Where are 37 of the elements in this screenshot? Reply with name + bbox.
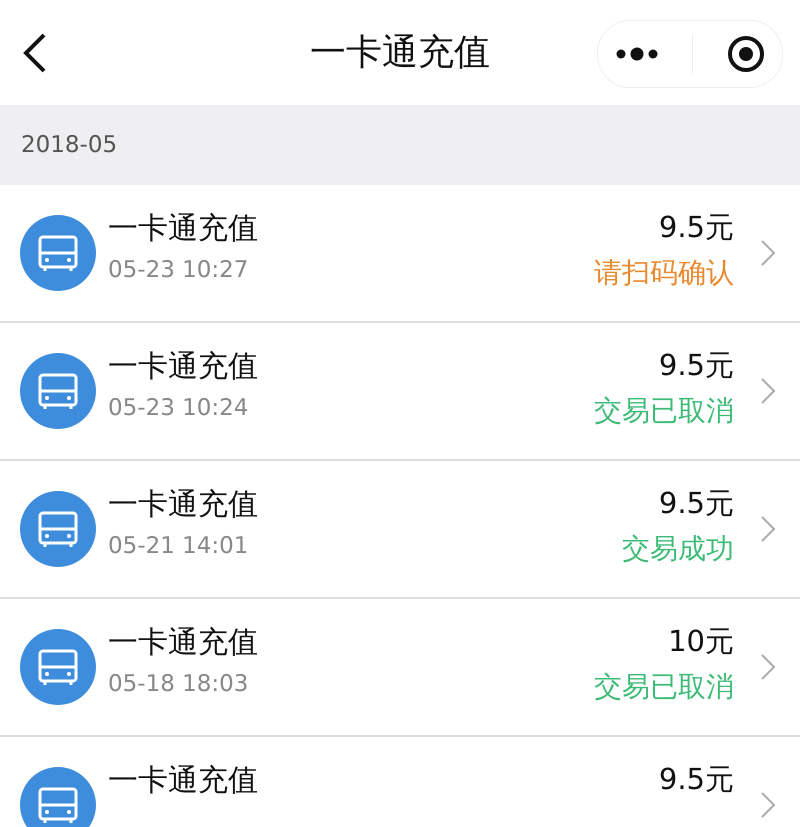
chevron-icon <box>760 515 776 543</box>
chevron-icon <box>760 239 776 267</box>
bus-icon <box>20 215 96 291</box>
record-title: 一卡通充值 <box>108 348 259 386</box>
record-title: 一卡通充值 <box>108 624 259 662</box>
record-status: 请扫码确认 <box>594 255 734 291</box>
record-row[interactable]: 一卡通充值 05-23 10:27 9.5元 请扫码确认 <box>0 185 800 323</box>
record-time: 05-18 18:03 <box>108 671 250 697</box>
record-title: 一卡通充值 <box>108 210 259 248</box>
bus-icon <box>20 491 96 567</box>
chevron-icon <box>760 377 776 405</box>
record-row[interactable]: 一卡通充值 9.5元 <box>0 737 800 827</box>
record-title: 一卡通充值 <box>108 762 259 800</box>
close-icon[interactable] <box>727 35 766 73</box>
record-amount: 10元 <box>668 623 734 660</box>
record-amount: 9.5元 <box>658 209 734 246</box>
record-time: 05-23 10:27 <box>108 257 250 283</box>
back-icon[interactable] <box>22 32 48 74</box>
page-title: 一卡通充值 <box>310 31 490 75</box>
record-title: 一卡通充值 <box>108 486 259 524</box>
bus-icon <box>20 629 96 705</box>
bus-icon <box>20 353 96 429</box>
record-amount: 9.5元 <box>658 347 734 384</box>
record-status: 交易已取消 <box>594 393 734 429</box>
record-amount: 9.5元 <box>658 485 734 522</box>
more-icon[interactable] <box>614 47 659 61</box>
record-time: 05-23 10:24 <box>108 395 250 421</box>
record-status: 交易成功 <box>622 531 734 567</box>
chevron-icon <box>760 791 776 819</box>
record-amount: 9.5元 <box>658 761 734 798</box>
record-time: 05-21 14:01 <box>108 533 250 559</box>
record-row[interactable]: 一卡通充值 05-18 18:03 10元 交易已取消 <box>0 599 800 737</box>
chevron-icon <box>760 653 776 681</box>
record-row[interactable]: 一卡通充值 05-21 14:01 9.5元 交易成功 <box>0 461 800 599</box>
record-status: 交易已取消 <box>594 669 734 705</box>
record-row[interactable]: 一卡通充值 05-23 10:24 9.5元 交易已取消 <box>0 323 800 461</box>
month-header: 2018-05 <box>0 105 800 185</box>
